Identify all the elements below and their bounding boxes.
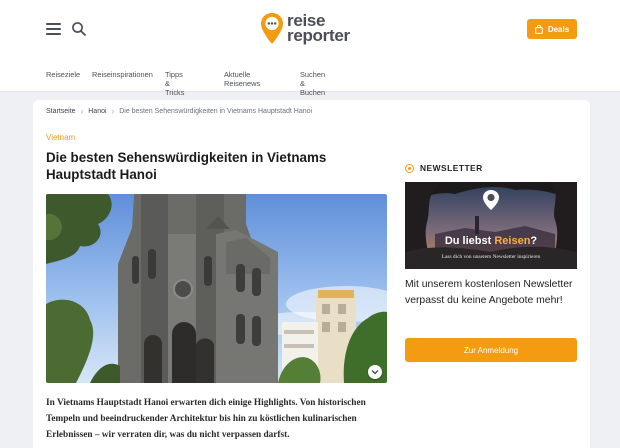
location-pin-logo-icon [261, 13, 283, 44]
chevron-down-icon[interactable] [368, 365, 382, 379]
deals-label: Deals [547, 24, 570, 34]
newsletter-banner-subline: Lass dich von unserem Newsletter inspiri… [441, 254, 541, 260]
nav-item-reiseziele[interactable]: Reiseziele [46, 70, 80, 79]
breadcrumb-home[interactable]: Startseite [46, 108, 76, 115]
article-hero-image [46, 194, 387, 383]
article-lead: In Vietnams Hauptstadt Hanoi erwarten di… [46, 398, 366, 440]
newsletter-description: Mit unserem kostenlosen Newsletter verpa… [405, 279, 573, 306]
banner-headline-part1: Du liebst [444, 235, 495, 247]
site-logo[interactable]: reise reporter [260, 12, 366, 46]
nav-item-aktuelle-reisenews[interactable]: Aktuelle Reisenews [224, 70, 260, 88]
shopping-bag-icon [535, 24, 543, 34]
breadcrumb-current: Die besten Sehenswürdigkeiten in Vietnam… [119, 108, 313, 115]
nav-item-tipps-tricks[interactable]: Tipps & Tricks [165, 70, 184, 97]
newsletter-banner-headline: Du liebst Reisen? [405, 235, 577, 247]
deals-button[interactable]: Deals [527, 19, 577, 39]
banner-headline-highlight: Reisen [494, 235, 531, 247]
nav-item-reiseinspirationen[interactable]: Reiseinspirationen [92, 70, 153, 79]
article-category[interactable]: Vietnam [46, 133, 75, 142]
breadcrumb-separator: › [80, 107, 84, 116]
banner-headline-part3: ? [530, 235, 538, 247]
newsletter-signup-button[interactable]: Zur Anmeldung [405, 338, 577, 362]
breadcrumb: Startseite › Hanoi › Die besten Sehenswü… [46, 107, 312, 116]
hamburger-menu-icon[interactable] [46, 23, 61, 35]
breadcrumb-hanoi[interactable]: Hanoi [88, 108, 106, 115]
newsletter-heading: NEWSLETTER [405, 163, 483, 173]
logo-text-line2: reporter [287, 26, 350, 45]
newsletter-bullet-icon [405, 163, 414, 173]
newsletter-heading-text: NEWSLETTER [420, 163, 483, 173]
search-icon[interactable] [71, 21, 87, 37]
nav-item-suchen-buchen[interactable]: Suchen & Buchen [300, 70, 325, 97]
site-header: reise reporter Deals Reiseziele Reiseins… [0, 0, 620, 97]
breadcrumb-separator: › [111, 107, 115, 116]
article-title: Die besten Sehenswürdigkeiten in Vietnam… [46, 150, 327, 182]
